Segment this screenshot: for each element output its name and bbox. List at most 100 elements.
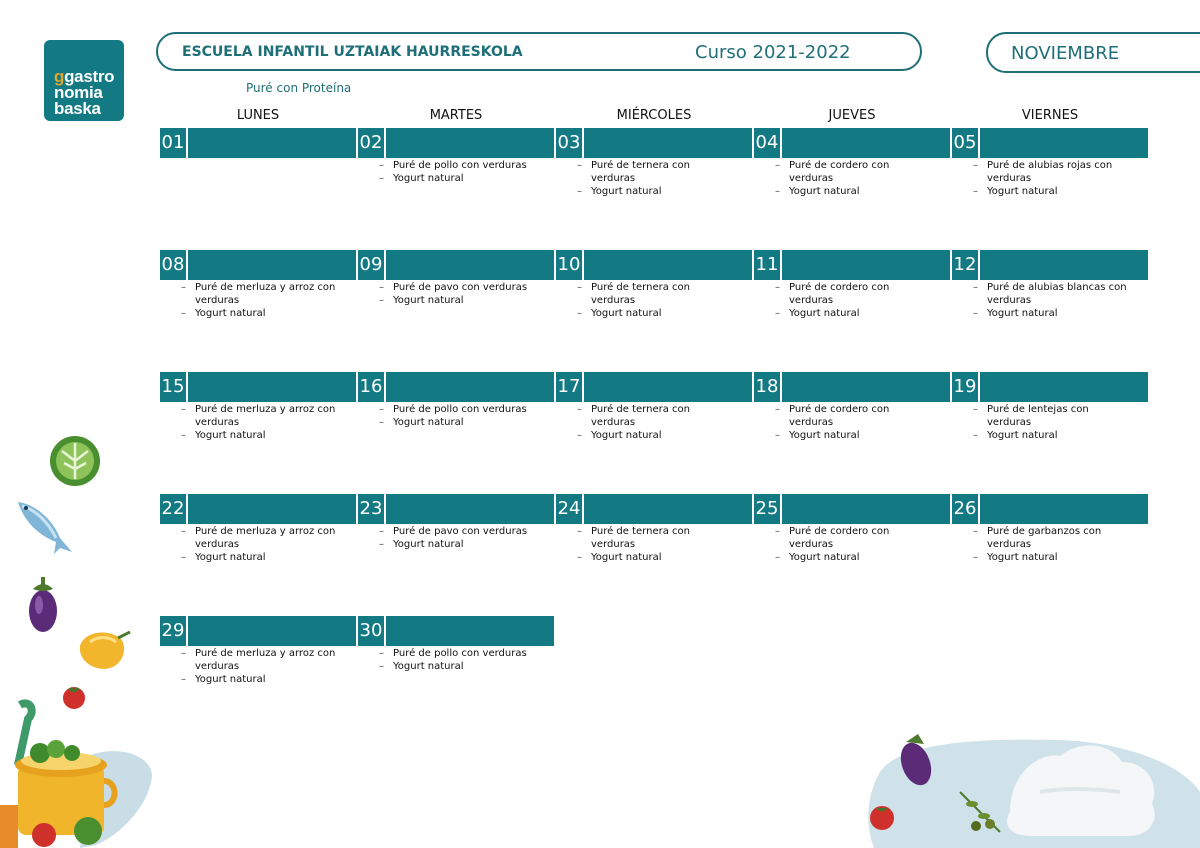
day-header-01: 01 — [160, 128, 356, 158]
dash-bullet-icon: – — [973, 552, 978, 563]
menu-item-text: Yogurt natural — [591, 308, 662, 319]
menu-item-text: Yogurt natural — [789, 308, 860, 319]
weekday-1: LUNES — [236, 108, 280, 123]
menu-item: – Yogurt natural — [577, 429, 737, 442]
day-header-24: 24 — [556, 494, 752, 524]
menu-item: – Puré de ternera con verduras — [577, 159, 737, 185]
weekday-2: MARTES — [429, 108, 483, 123]
dash-bullet-icon: – — [973, 526, 978, 537]
dash-bullet-icon: – — [577, 282, 582, 293]
menu-item-text: Puré de alubias rojas con verduras — [987, 160, 1113, 184]
day-number: 09 — [358, 250, 386, 280]
day-number: 19 — [952, 372, 980, 402]
day-number: 05 — [952, 128, 980, 158]
dash-bullet-icon: – — [577, 186, 582, 197]
day-header-10: 10 — [556, 250, 752, 280]
menu-item: – Puré de cordero con verduras — [775, 525, 935, 551]
day-header-16: 16 — [358, 372, 554, 402]
day-menu-16: – Puré de pollo con verduras – Yogurt natur… — [379, 403, 539, 429]
menu-item: – Puré de alubias rojas con verduras — [973, 159, 1133, 185]
day-menu-15: – Puré de merluza y arroz con verduras – Yo… — [181, 403, 341, 442]
menu-item: – Puré de pollo con verduras — [379, 403, 539, 416]
day-number: 01 — [160, 128, 188, 158]
dash-bullet-icon: – — [973, 282, 978, 293]
dash-bullet-icon: – — [775, 186, 780, 197]
menu-item: – Puré de ternera con verduras — [577, 281, 737, 307]
gastronomia-baska-logo: ggastro nomia baska — [44, 40, 124, 121]
cooking-pot-icon — [0, 699, 152, 848]
dash-bullet-icon: – — [973, 160, 978, 171]
dash-bullet-icon: – — [379, 160, 384, 171]
menu-item: – Puré de merluza y arroz con verduras — [181, 403, 341, 429]
dash-bullet-icon: – — [181, 282, 186, 293]
dash-bullet-icon: – — [973, 186, 978, 197]
menu-item-text: Puré de cordero con verduras — [789, 160, 890, 184]
menu-item: – Yogurt natural — [181, 307, 341, 320]
dash-bullet-icon: – — [379, 295, 384, 306]
day-menu-10: – Puré de ternera con verduras – Yogurt nat… — [577, 281, 737, 320]
menu-item: – Puré de pollo con verduras — [379, 159, 539, 172]
day-menu-03: – Puré de ternera con verduras – Yogurt nat… — [577, 159, 737, 198]
day-number: 17 — [556, 372, 584, 402]
dash-bullet-icon: – — [577, 552, 582, 563]
menu-item-text: Puré de merluza y arroz con verduras — [195, 282, 336, 306]
day-header-17: 17 — [556, 372, 752, 402]
day-header-26: 26 — [952, 494, 1148, 524]
day-header-03: 03 — [556, 128, 752, 158]
dash-bullet-icon: – — [181, 308, 186, 319]
menu-item-text: Yogurt natural — [195, 552, 266, 563]
menu-item-text: Puré de merluza y arroz con verduras — [195, 648, 336, 672]
menu-item-text: Puré de ternera con verduras — [591, 526, 690, 550]
dash-bullet-icon: – — [775, 552, 780, 563]
header-bar: ESCUELA INFANTIL UZTAIAK HAURRESKOLA Cur… — [156, 32, 922, 71]
menu-item-text: Yogurt natural — [789, 552, 860, 563]
dash-bullet-icon: – — [775, 160, 780, 171]
day-menu-23: – Puré de pavo con verduras – Yogurt natura… — [379, 525, 539, 551]
menu-item: – Yogurt natural — [577, 551, 737, 564]
eggplant-icon — [29, 577, 57, 632]
menu-item-text: Puré de pavo con verduras — [393, 526, 528, 537]
dash-bullet-icon: – — [181, 552, 186, 563]
dash-bullet-icon: – — [577, 404, 582, 415]
day-menu-09: – Puré de pavo con verduras – Yogurt natura… — [379, 281, 539, 307]
day-header-09: 09 — [358, 250, 554, 280]
menu-item: – Yogurt natural — [577, 307, 737, 320]
day-menu-26: – Puré de garbanzos con verduras – Yogurt n… — [973, 525, 1133, 564]
menu-item: – Puré de pavo con verduras — [379, 281, 539, 294]
menu-item: – Yogurt natural — [973, 429, 1133, 442]
menu-item: – Puré de cordero con verduras — [775, 159, 935, 185]
day-header-12: 12 — [952, 250, 1148, 280]
day-number: 08 — [160, 250, 188, 280]
day-number: 26 — [952, 494, 980, 524]
month-box: NOVIEMBRE — [986, 32, 1200, 73]
menu-item: – Yogurt natural — [775, 551, 935, 564]
fish-icon — [18, 502, 72, 554]
lettuce-icon — [50, 436, 100, 486]
day-menu-05: – Puré de alubias rojas con verduras – Yogu… — [973, 159, 1133, 198]
dash-bullet-icon: – — [775, 430, 780, 441]
menu-item: – Puré de merluza y arroz con verduras — [181, 281, 341, 307]
menu-item-text: Yogurt natural — [195, 430, 266, 441]
dash-bullet-icon: – — [577, 526, 582, 537]
dash-bullet-icon: – — [379, 404, 384, 415]
school-name: ESCUELA INFANTIL UZTAIAK HAURRESKOLA — [182, 44, 523, 60]
menu-subtitle: Puré con Proteína — [246, 81, 352, 95]
menu-item-text: Puré de pavo con verduras — [393, 282, 528, 293]
day-number: 23 — [358, 494, 386, 524]
menu-item-text: Puré de pollo con verduras — [393, 648, 527, 659]
day-number: 03 — [556, 128, 584, 158]
menu-item-text: Puré de merluza y arroz con verduras — [195, 526, 336, 550]
day-number: 29 — [160, 616, 188, 646]
menu-item: – Puré de ternera con verduras — [577, 525, 737, 551]
menu-item-text: Yogurt natural — [987, 308, 1058, 319]
day-header-23: 23 — [358, 494, 554, 524]
menu-item-text: Yogurt natural — [987, 186, 1058, 197]
day-number: 11 — [754, 250, 782, 280]
menu-item-text: Puré de ternera con verduras — [591, 404, 690, 428]
day-number: 25 — [754, 494, 782, 524]
day-number: 02 — [358, 128, 386, 158]
menu-item-text: Puré de cordero con verduras — [789, 404, 890, 428]
menu-item-text: Yogurt natural — [591, 552, 662, 563]
dash-bullet-icon: – — [181, 404, 186, 415]
dash-bullet-icon: – — [379, 282, 384, 293]
